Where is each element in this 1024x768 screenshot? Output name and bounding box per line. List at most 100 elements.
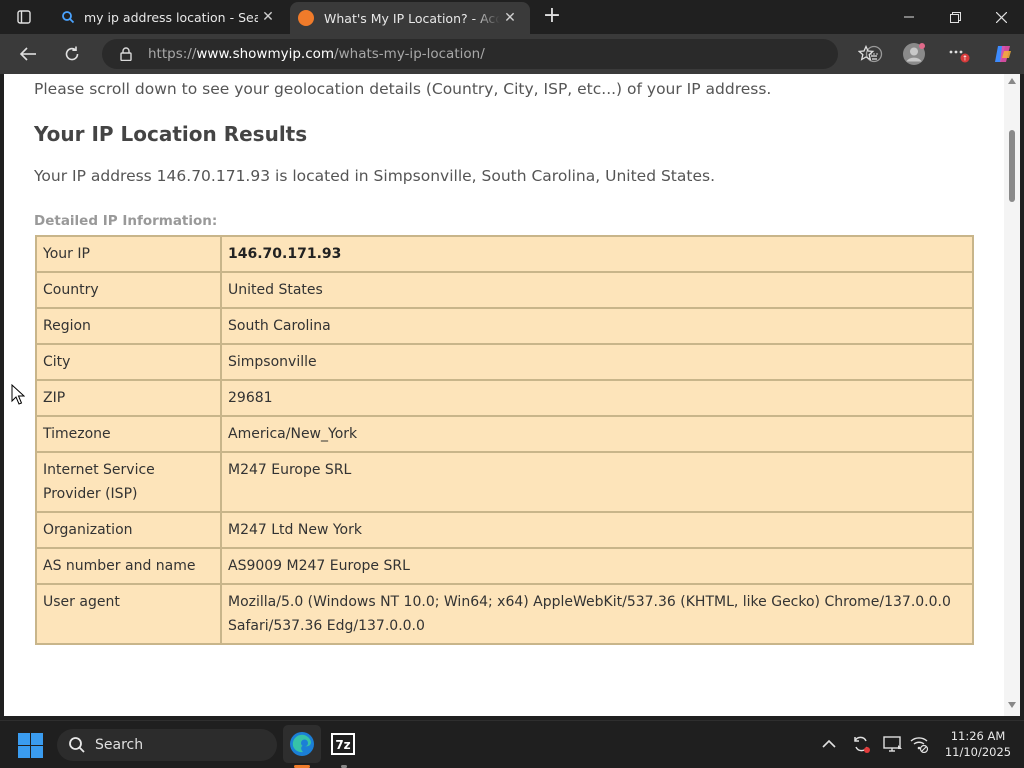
row-key: Timezone <box>35 415 222 453</box>
window-edge <box>1020 74 1024 716</box>
edge-taskbar-button[interactable] <box>283 725 321 763</box>
page-scrollbar[interactable] <box>1004 74 1020 716</box>
row-key: AS number and name <box>35 547 222 585</box>
row-key: Organization <box>35 511 222 549</box>
svg-text:↑: ↑ <box>962 55 968 63</box>
row-key: User agent <box>35 583 222 645</box>
table-row: User agent Mozilla/5.0 (Windows NT 10.0;… <box>35 583 974 645</box>
restore-icon <box>949 11 961 23</box>
network-tray-icon[interactable] <box>908 733 930 755</box>
scroll-up-arrow-icon[interactable] <box>1008 78 1016 84</box>
tab-actions-icon <box>17 10 31 24</box>
row-key: ZIP <box>35 379 222 417</box>
edge-icon <box>290 732 314 756</box>
copilot-icon <box>995 46 1011 62</box>
avatar-icon <box>903 43 925 65</box>
row-value: South Carolina <box>220 307 974 345</box>
url-host: www.showmyip.com <box>196 46 335 62</box>
minimize-button[interactable] <box>886 0 932 34</box>
copilot-button[interactable] <box>988 40 1018 68</box>
windows-taskbar: Search 7z 11:26 AM 11/10/2025 <box>0 720 1024 768</box>
row-value: M247 Ltd New York <box>220 511 974 549</box>
favorites-button[interactable] <box>853 40 883 68</box>
close-tab-icon[interactable]: ✕ <box>500 8 520 28</box>
row-key: Internet Service Provider (ISP) <box>35 451 222 513</box>
clock-time: 11:26 AM <box>950 729 1006 743</box>
sync-tray-icon[interactable] <box>850 733 872 755</box>
browser-toolbar: https://www.showmyip.com/whats-my-ip-loc… <box>0 34 1024 74</box>
network-disconnected-icon <box>910 737 929 753</box>
taskbar-search[interactable]: Search <box>57 729 277 761</box>
start-button[interactable] <box>18 733 44 759</box>
table-row: City Simpsonville <box>35 343 974 381</box>
ip-details-table: Your IP 146.70.171.93 Country United Sta… <box>35 235 974 645</box>
mouse-cursor-icon <box>11 384 25 405</box>
scrollbar-thumb[interactable] <box>1009 130 1015 202</box>
search-icon <box>67 735 87 755</box>
close-icon <box>995 11 1007 23</box>
row-value: United States <box>220 271 974 309</box>
detailed-info-label: Detailed IP Information: <box>34 213 218 229</box>
search-favicon-icon <box>60 9 76 25</box>
windows-logo-icon <box>18 746 30 758</box>
table-row: AS number and name AS9009 M247 Europe SR… <box>35 547 974 585</box>
row-value: M247 Europe SRL <box>220 451 974 513</box>
close-tab-icon[interactable]: ✕ <box>258 7 278 27</box>
clock-date: 11/10/2025 <box>944 745 1012 759</box>
row-key: Country <box>35 271 222 309</box>
restore-button[interactable] <box>932 0 978 34</box>
system-clock[interactable]: 11:26 AM 11/10/2025 <box>938 728 1018 760</box>
title-bar: my ip address location - Search ✕ What's… <box>0 0 1024 34</box>
profile-button[interactable] <box>899 40 929 68</box>
table-row: Your IP 146.70.171.93 <box>35 235 974 273</box>
search-label: Search <box>95 737 144 753</box>
tab-label: What's My IP Location? - Accurate <box>324 10 500 26</box>
tab-label: my ip address location - Search <box>84 9 258 25</box>
row-key: Region <box>35 307 222 345</box>
svg-text:7z: 7z <box>335 738 350 752</box>
scroll-down-arrow-icon[interactable] <box>1008 702 1016 708</box>
row-key: City <box>35 343 222 381</box>
results-heading: Your IP Location Results <box>34 122 308 146</box>
close-window-button[interactable] <box>978 0 1024 34</box>
minimize-icon <box>904 16 914 18</box>
row-value: AS9009 M247 Europe SRL <box>220 547 974 585</box>
address-bar[interactable]: https://www.showmyip.com/whats-my-ip-loc… <box>102 39 924 69</box>
back-arrow-icon <box>19 47 36 61</box>
windows-logo-icon <box>31 733 43 745</box>
row-value: 29681 <box>220 379 974 417</box>
windows-logo-icon <box>31 746 43 758</box>
lock-icon[interactable] <box>118 46 134 62</box>
url-path: /whats-my-ip-location/ <box>334 46 485 62</box>
intro-text: Please scroll down to see your geolocati… <box>34 80 772 98</box>
row-value: Simpsonville <box>220 343 974 381</box>
settings-more-button[interactable]: ↑ <box>944 40 974 68</box>
table-row: Internet Service Provider (ISP) M247 Eur… <box>35 451 974 513</box>
page-viewport[interactable]: Please scroll down to see your geolocati… <box>4 74 1004 716</box>
7zip-icon: 7z <box>331 733 355 755</box>
tab-active-showmyip[interactable]: What's My IP Location? - Accurate ✕ <box>290 2 530 34</box>
show-hidden-icons-button[interactable] <box>818 733 840 755</box>
table-row: Timezone America/New_York <box>35 415 974 453</box>
table-row: Region South Carolina <box>35 307 974 345</box>
table-row: Country United States <box>35 271 974 309</box>
chevron-up-icon <box>822 739 836 748</box>
row-value: Mozilla/5.0 (Windows NT 10.0; Win64; x64… <box>220 583 974 645</box>
tab-actions-button[interactable] <box>6 4 42 30</box>
favorites-icon <box>858 45 877 61</box>
sync-icon <box>854 736 870 753</box>
new-tab-button[interactable]: + <box>540 5 564 29</box>
url-scheme: https:// <box>148 46 197 62</box>
tab-search[interactable]: my ip address location - Search ✕ <box>48 0 288 34</box>
table-row: Organization M247 Ltd New York <box>35 511 974 549</box>
table-row: ZIP 29681 <box>35 379 974 417</box>
row-value: America/New_York <box>220 415 974 453</box>
refresh-button[interactable] <box>57 40 87 68</box>
back-button[interactable] <box>13 40 43 68</box>
monitor-icon <box>883 736 902 752</box>
display-tray-icon[interactable] <box>882 733 904 755</box>
site-favicon-icon <box>298 10 314 26</box>
more-dots-icon: ↑ <box>949 50 970 63</box>
7zip-taskbar-button[interactable]: 7z <box>330 731 356 757</box>
row-key: Your IP <box>35 235 222 273</box>
